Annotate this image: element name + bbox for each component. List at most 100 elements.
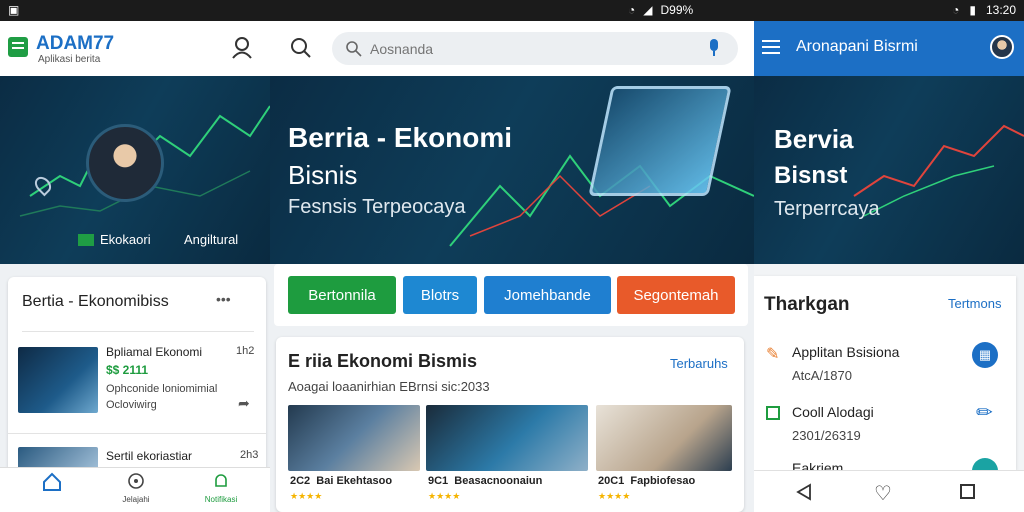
nav-explore-label: Jelajahi	[122, 495, 150, 504]
news-item-time: 1h2	[236, 345, 255, 357]
hero-title: Bervia	[774, 124, 854, 154]
app-bar: Aronapani Bisrmi	[754, 21, 1024, 76]
hero-banner: Berria - Ekonomi Bisnis Fesnsis Terpeoca…	[270, 76, 754, 264]
trending-item[interactable]: Cooll Alodagi 2301/26319 ✏	[764, 398, 1014, 448]
news-thumbnail	[596, 405, 732, 471]
news-thumb-title: 9C1 ⁠ Beasacnoonaiun	[428, 475, 543, 487]
status-bar: ▣ ◔ ◢ D99% ◔ ▮ 13:20	[0, 0, 1024, 21]
rating-stars: ★★★★	[290, 491, 323, 501]
rating-stars: ★★★★	[428, 491, 461, 501]
trending-item-sub: AtcA/1870	[792, 368, 852, 383]
search-bar[interactable]	[332, 32, 738, 65]
signal-icon: ◢	[643, 3, 653, 17]
hero-tagline: Terperrcaya	[774, 198, 880, 220]
search-header	[270, 21, 754, 76]
bell-icon	[215, 474, 227, 487]
notification-icon: ▣	[8, 3, 20, 17]
ekonomi-icon	[78, 234, 94, 246]
brand-name: ADAM77	[36, 33, 115, 54]
compass-icon	[128, 473, 144, 489]
tablet-illustration	[588, 86, 732, 196]
news-thumb-card[interactable]: 20C1 ⁠ Fapbiofesao ★★★★	[596, 405, 732, 505]
hero-banner: Bervia Bisnst Terperrcaya	[754, 76, 1024, 264]
news-thumb-card[interactable]: 9C1 ⁠ Beasacnoonaiun ★★★★	[426, 405, 588, 505]
nav-notifications-label: Notifikasi	[204, 495, 238, 504]
category-button-4[interactable]: Segontemah	[617, 276, 735, 314]
heart-icon[interactable]: ♡	[874, 481, 892, 506]
edit-icon[interactable]: ✏	[976, 400, 993, 425]
app-header: ADAM77 Aplikasi berita	[0, 21, 270, 76]
hero-label-ekonomi: Ekokaori	[100, 232, 151, 247]
news-item-title: Sertil ekoriastiar	[106, 449, 193, 463]
right-app-panel: Aronapani Bisrmi Bervia Bisnst Terperrca…	[754, 21, 1024, 512]
hero-banner: Ekokaori Angiltural	[0, 76, 270, 264]
search-icon	[346, 41, 362, 57]
news-item-sub: Ocloviwirg	[106, 399, 157, 411]
news-item-title: Bpliamal Ekonomi	[106, 345, 203, 359]
app-bar-title: Aronapani Bisrmi	[796, 38, 918, 55]
trending-item[interactable]: ✎ Applitan Bsisiona AtcA/1870 ▦	[764, 338, 1014, 388]
profile-icon[interactable]	[232, 37, 252, 59]
action-button[interactable]	[972, 458, 998, 470]
category-button-3[interactable]: Jomehbande	[484, 276, 611, 314]
battery-icon: ▮	[969, 3, 976, 17]
share-icon[interactable]: ➦	[238, 395, 250, 412]
news-item-price: $$ 2111	[106, 363, 149, 377]
trending-card: Tharkgan Tertmons ✎ Applitan Bsisiona At…	[754, 276, 1016, 470]
search-icon[interactable]	[290, 37, 312, 64]
category-button-2[interactable]: Blotrs	[403, 276, 477, 314]
menu-icon[interactable]	[762, 40, 780, 54]
avatar[interactable]	[990, 35, 1014, 59]
back-icon[interactable]	[796, 483, 812, 506]
news-card: Bertia - Ekonomibiss ••• Bpliamal Ekonom…	[8, 277, 266, 477]
system-nav-bar: ♡	[754, 470, 1024, 512]
category-button-1[interactable]: Bertonnila	[288, 276, 396, 314]
clock-time: 13:20	[985, 3, 1016, 17]
news-item-desc: Ophconide loniomimial	[106, 383, 218, 395]
left-app-panel: ADAM77 Aplikasi berita Ekokaori Angiltur…	[0, 21, 270, 512]
news-section-card: E riia Ekonomi Bismis Terbaruhs Aoagai l…	[276, 337, 744, 512]
news-thumb-card[interactable]: 2C2 ⁠ Bai Ekehtasoo ★★★★	[288, 405, 420, 505]
news-thumb-title: 2C2 ⁠ Bai Ekehtasoo	[290, 475, 393, 487]
trending-title: Tharkgan	[764, 294, 850, 315]
section-title: E riia Ekonomi Bismis	[288, 351, 478, 371]
microphone-icon[interactable]	[708, 39, 720, 57]
document-icon	[766, 406, 780, 420]
bookmark-icon[interactable]: ▦	[972, 342, 998, 368]
tag-icon: ✎	[766, 346, 780, 363]
trending-item-sub: 2301/26319	[792, 428, 861, 443]
nav-explore[interactable]: Jelajahi	[112, 472, 160, 510]
trending-item-title: Cooll Alodagi	[792, 404, 874, 420]
news-item[interactable]: Bpliamal Ekonomi $$ 2111 Ophconide lonio…	[18, 343, 262, 423]
square-icon[interactable]	[960, 484, 975, 499]
section-more-link[interactable]: Terbaruhs	[670, 356, 728, 371]
rating-stars: ★★★★	[598, 491, 631, 501]
nav-notifications[interactable]: Notifikasi	[196, 472, 246, 510]
news-item-time: 2h3	[240, 449, 259, 461]
mid-app-panel: Berria - Ekonomi Bisnis Fesnsis Terpeoca…	[270, 21, 754, 512]
news-thumbnail	[426, 405, 588, 471]
brand-subtitle: Aplikasi berita	[38, 54, 101, 65]
hero-subtitle: Bisnst	[774, 162, 848, 189]
news-thumbnail	[288, 405, 420, 471]
news-thumbnail	[18, 347, 98, 413]
home-icon	[43, 472, 61, 491]
person-photo	[86, 124, 164, 202]
battery-text: D99%	[660, 3, 694, 17]
hero-tagline: Fesnsis Terpeocaya	[288, 196, 466, 218]
trending-more-link[interactable]: Tertmons	[948, 296, 1001, 311]
wifi-icon: ◔	[952, 3, 960, 17]
trending-item-title: Applitan Bsisiona	[792, 344, 900, 360]
news-card-title: Bertia - Ekonomibiss	[22, 293, 169, 310]
hero-label-agri: Angiltural	[184, 232, 239, 247]
search-input[interactable]	[370, 38, 690, 60]
hero-subtitle: Bisnis	[288, 160, 358, 190]
news-thumb-title: 20C1 ⁠ Fapbiofesao	[598, 475, 696, 487]
bottom-nav: Jelajahi Notifikasi	[0, 467, 270, 512]
section-subtitle: Aoagai loaanirhian EBrnsi sic:2033	[288, 379, 490, 394]
nav-home[interactable]	[30, 472, 74, 510]
wifi-icon: ◔	[628, 3, 636, 17]
trending-item[interactable]: Eakriem	[764, 458, 1014, 470]
trending-item-title: Eakriem	[792, 460, 844, 470]
more-menu-icon[interactable]: •••	[216, 291, 231, 307]
